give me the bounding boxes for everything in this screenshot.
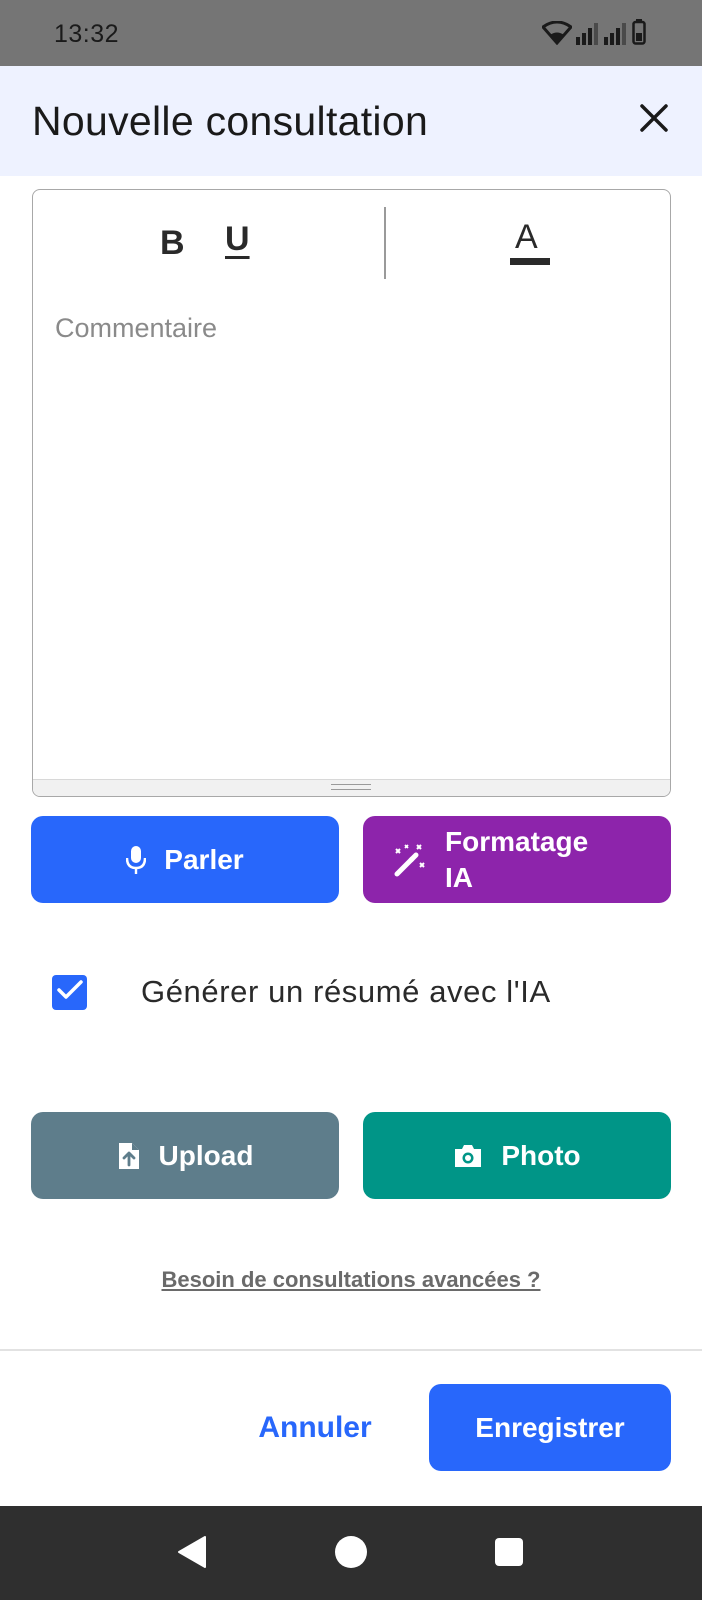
toolbar-divider (384, 207, 386, 279)
underline-button[interactable]: U (225, 220, 250, 259)
close-button[interactable] (632, 98, 676, 142)
close-icon (639, 103, 669, 138)
summary-checkbox-label[interactable]: Générer un résumé avec l'IA (141, 974, 551, 1010)
status-time: 13:32 (54, 20, 120, 48)
footer-divider (0, 1349, 702, 1351)
editor-resize-handle[interactable] (33, 779, 670, 796)
speak-button[interactable]: Parler (31, 816, 339, 903)
status-icons (540, 19, 646, 50)
nav-back-button[interactable] (172, 1534, 212, 1574)
summary-checkbox[interactable] (52, 975, 87, 1010)
ai-format-label-line2: IA (445, 861, 473, 893)
check-icon (56, 980, 83, 1005)
wifi-icon (540, 20, 574, 50)
advanced-consultations-link[interactable]: Besoin de consultations avancées ? (0, 1267, 702, 1293)
nav-recents-button[interactable] (489, 1534, 529, 1574)
dialog-header: Nouvelle consultation (0, 66, 702, 176)
signal-icon (604, 23, 628, 50)
photo-label: Photo (501, 1139, 581, 1171)
battery-icon (632, 19, 646, 50)
save-button[interactable]: Enregistrer (429, 1384, 671, 1471)
navigation-bar (0, 1506, 702, 1600)
signal-icon (576, 23, 600, 50)
ai-format-label-line1: Formatage (445, 825, 589, 857)
upload-button[interactable]: Upload (31, 1112, 339, 1199)
back-triangle-icon (176, 1535, 208, 1574)
ai-format-button[interactable]: Formatage IA (363, 816, 671, 903)
status-bar: 13:32 (0, 0, 702, 66)
speak-label: Parler (164, 843, 244, 875)
ai-format-label: Formatage IA (445, 824, 588, 896)
comment-editor: B U A Commentaire (32, 189, 671, 797)
home-circle-icon (334, 1535, 368, 1574)
magic-wand-icon (393, 843, 427, 877)
resize-grip-icon (331, 784, 371, 790)
photo-button[interactable]: Photo (363, 1112, 671, 1199)
upload-label: Upload (158, 1139, 254, 1171)
microphone-icon (126, 845, 147, 874)
comment-input[interactable]: Commentaire (55, 313, 645, 753)
text-color-swatch (510, 258, 550, 265)
text-color-icon: A (515, 218, 538, 256)
nav-home-button[interactable] (331, 1534, 371, 1574)
camera-icon (453, 1143, 483, 1169)
dialog-title: Nouvelle consultation (32, 98, 429, 144)
bold-button[interactable]: B (160, 224, 185, 263)
file-upload-icon (117, 1141, 141, 1171)
recents-square-icon (494, 1537, 524, 1572)
text-color-button[interactable]: A (510, 218, 550, 266)
editor-toolbar: B U A (33, 190, 670, 290)
cancel-button[interactable]: Annuler (240, 1384, 390, 1471)
